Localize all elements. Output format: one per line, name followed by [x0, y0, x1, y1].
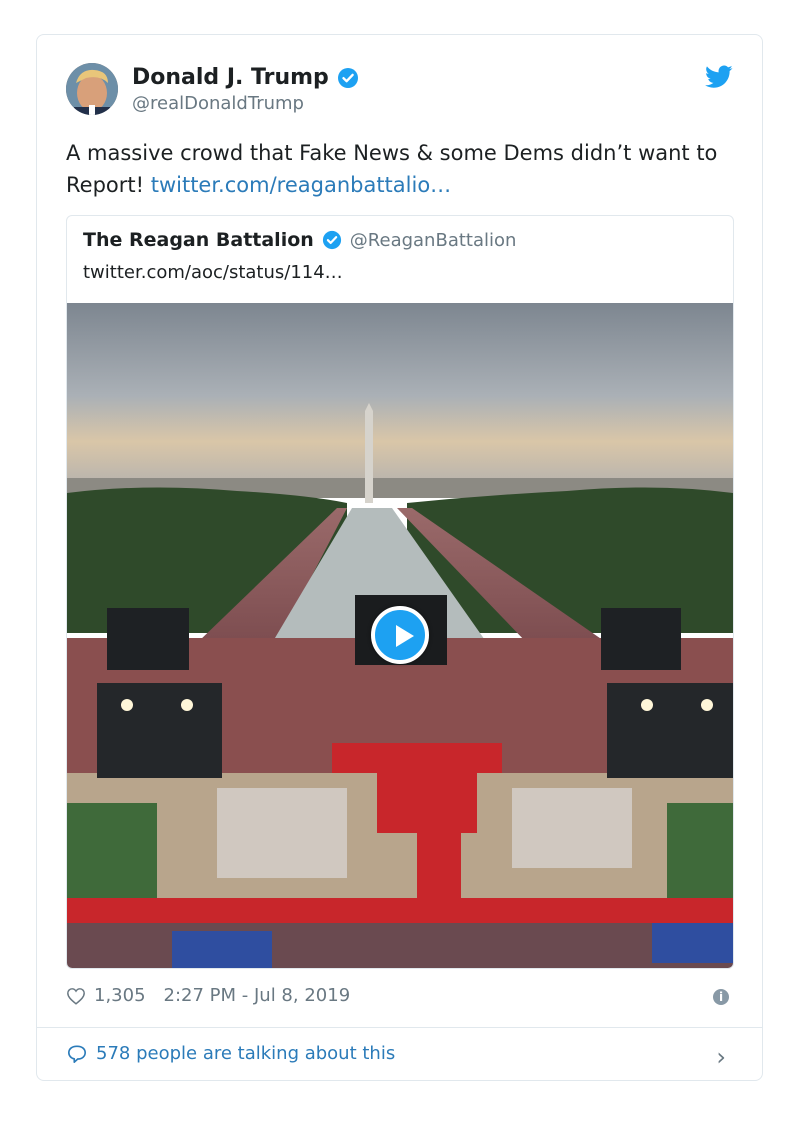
- tweet-text: A massive crowd that Fake News & some De…: [66, 137, 726, 201]
- timestamp[interactable]: 2:27 PM - Jul 8, 2019: [164, 985, 351, 1006]
- conversation-text: 578 people are talking about this: [96, 1043, 396, 1064]
- like-count: 1,305: [94, 985, 146, 1006]
- tweet-link[interactable]: twitter.com/reaganbattalio…: [151, 173, 451, 197]
- twitter-bird-icon[interactable]: [705, 65, 733, 89]
- speech-bubble-icon: [68, 1044, 86, 1063]
- conversation-link[interactable]: 578 people are talking about this: [66, 1043, 395, 1064]
- author-name[interactable]: Donald J. Trump: [132, 65, 359, 90]
- chevron-right-icon[interactable]: ›: [716, 1043, 726, 1071]
- quoted-author-handle[interactable]: @ReaganBattalion: [350, 230, 517, 251]
- verified-badge-icon: [322, 230, 342, 250]
- embedded-tweet-card: Donald J. Trump @realDonaldTrump A massi…: [36, 34, 763, 1081]
- video-thumbnail[interactable]: [67, 303, 733, 968]
- info-icon[interactable]: i: [713, 989, 729, 1005]
- like-button[interactable]: 1,305: [66, 985, 146, 1006]
- verified-badge-icon: [337, 67, 359, 89]
- divider: [37, 1027, 762, 1028]
- tweet-meta: 1,305 2:27 PM - Jul 8, 2019: [66, 985, 350, 1006]
- avatar[interactable]: [66, 63, 118, 115]
- quoted-tweet-text[interactable]: twitter.com/aoc/status/114…: [83, 262, 343, 283]
- quoted-tweet[interactable]: The Reagan Battalion @ReaganBattalion tw…: [66, 215, 734, 969]
- quoted-author-name[interactable]: The Reagan Battalion: [83, 229, 314, 251]
- author-name-text: Donald J. Trump: [132, 65, 329, 90]
- play-button[interactable]: [371, 606, 429, 664]
- quoted-tweet-header: The Reagan Battalion @ReaganBattalion: [83, 229, 516, 251]
- author-handle[interactable]: @realDonaldTrump: [132, 93, 304, 114]
- heart-icon: [67, 987, 85, 1005]
